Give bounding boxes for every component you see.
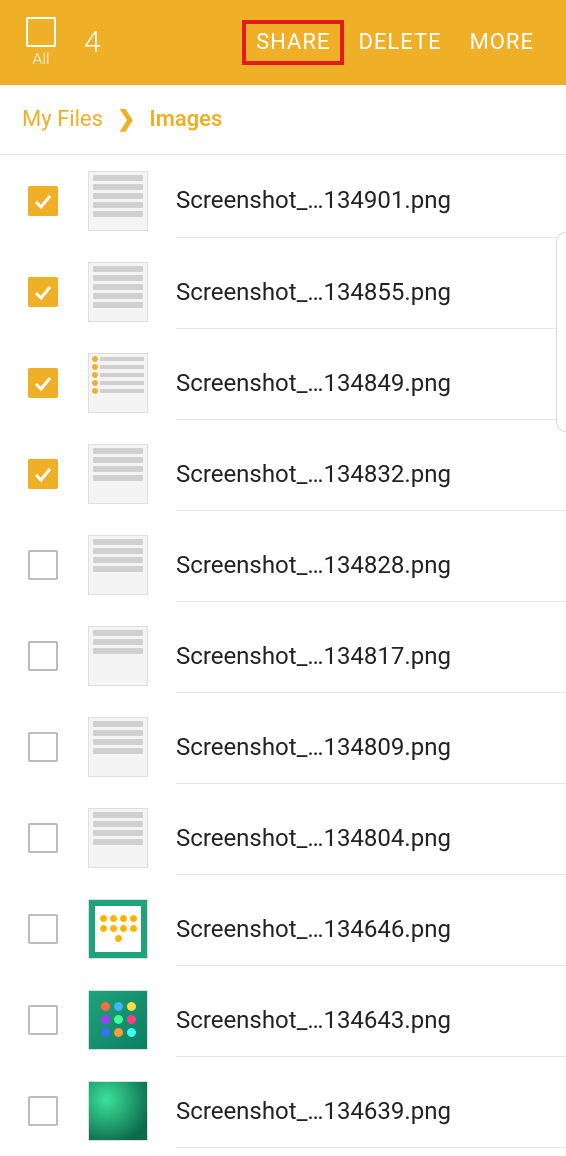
list-item[interactable]: Screenshot_…134646.png <box>0 883 566 974</box>
list-item[interactable]: Screenshot_…134828.png <box>0 519 566 610</box>
list-item[interactable]: Screenshot_…134901.png <box>0 155 566 246</box>
file-name: Screenshot_…134828.png <box>176 550 451 579</box>
checkmark-icon <box>33 191 53 211</box>
filename-wrap: Screenshot_…134828.png <box>176 527 566 602</box>
list-item[interactable]: Screenshot_…134817.png <box>0 610 566 701</box>
filename-wrap: Screenshot_…134646.png <box>176 891 566 966</box>
file-thumbnail <box>88 626 148 686</box>
list-item[interactable]: Screenshot_…134639.png <box>0 1065 566 1156</box>
filename-wrap: Screenshot_…134832.png <box>176 436 566 511</box>
filename-wrap: Screenshot_…134639.png <box>176 1073 566 1148</box>
share-button[interactable]: SHARE <box>242 20 344 65</box>
file-name: Screenshot_…134817.png <box>176 641 451 670</box>
list-item[interactable]: Screenshot_…134809.png <box>0 701 566 792</box>
file-name: Screenshot_…134901.png <box>176 186 451 214</box>
checkmark-icon <box>33 464 53 484</box>
row-checkbox[interactable] <box>28 459 58 489</box>
list-item[interactable]: Screenshot_…134832.png <box>0 428 566 519</box>
row-checkbox[interactable] <box>28 1005 58 1035</box>
checkmark-icon <box>33 282 53 302</box>
breadcrumb-current: Images <box>149 107 222 132</box>
file-name: Screenshot_…134809.png <box>176 732 451 761</box>
row-checkbox[interactable] <box>28 550 58 580</box>
select-all-checkbox[interactable] <box>26 17 56 47</box>
file-thumbnail <box>88 717 148 777</box>
select-all-group: All <box>26 17 56 68</box>
file-thumbnail <box>88 353 148 413</box>
file-thumbnail <box>88 444 148 504</box>
row-checkbox[interactable] <box>28 823 58 853</box>
file-thumbnail <box>88 262 148 322</box>
row-checkbox[interactable] <box>28 186 58 216</box>
row-checkbox[interactable] <box>28 1096 58 1126</box>
file-thumbnail <box>88 808 148 868</box>
list-item[interactable]: Screenshot_…134855.png <box>0 246 566 337</box>
filename-wrap: Screenshot_…134817.png <box>176 618 566 693</box>
selection-count: 4 <box>84 25 101 60</box>
file-name: Screenshot_…134804.png <box>176 823 451 852</box>
filename-wrap: Screenshot_…134901.png <box>176 163 566 238</box>
select-all-label: All <box>32 49 49 68</box>
chevron-right-icon: ❯ <box>117 107 135 132</box>
file-list: Screenshot_…134901.png Screenshot_…13485… <box>0 155 566 1156</box>
file-name: Screenshot_…134646.png <box>176 914 451 943</box>
file-thumbnail <box>88 990 148 1050</box>
list-item[interactable]: Screenshot_…134804.png <box>0 792 566 883</box>
file-thumbnail <box>88 1081 148 1141</box>
file-name: Screenshot_…134643.png <box>176 1005 451 1034</box>
filename-wrap: Screenshot_…134643.png <box>176 982 566 1057</box>
list-item[interactable]: Screenshot_…134643.png <box>0 974 566 1065</box>
checkmark-icon <box>33 373 53 393</box>
file-name: Screenshot_…134849.png <box>176 368 451 397</box>
filename-wrap: Screenshot_…134855.png <box>176 254 566 329</box>
filename-wrap: Screenshot_…134849.png <box>176 345 566 420</box>
row-checkbox[interactable] <box>28 641 58 671</box>
row-checkbox[interactable] <box>28 914 58 944</box>
row-checkbox[interactable] <box>28 368 58 398</box>
file-thumbnail <box>88 899 148 959</box>
action-bar: All 4 SHARE DELETE MORE <box>0 0 566 85</box>
delete-button[interactable]: DELETE <box>344 20 455 65</box>
filename-wrap: Screenshot_…134804.png <box>176 800 566 875</box>
file-thumbnail <box>88 535 148 595</box>
filename-wrap: Screenshot_…134809.png <box>176 709 566 784</box>
file-name: Screenshot_…134855.png <box>176 277 451 306</box>
row-checkbox[interactable] <box>28 277 58 307</box>
breadcrumb-root[interactable]: My Files <box>22 107 103 132</box>
scroll-handle[interactable] <box>556 232 566 432</box>
row-checkbox[interactable] <box>28 732 58 762</box>
list-item[interactable]: Screenshot_…134849.png <box>0 337 566 428</box>
breadcrumb: My Files ❯ Images <box>0 85 566 155</box>
file-name: Screenshot_…134639.png <box>176 1096 451 1125</box>
file-name: Screenshot_…134832.png <box>176 459 451 488</box>
more-button[interactable]: MORE <box>456 20 548 65</box>
file-thumbnail <box>88 171 148 231</box>
